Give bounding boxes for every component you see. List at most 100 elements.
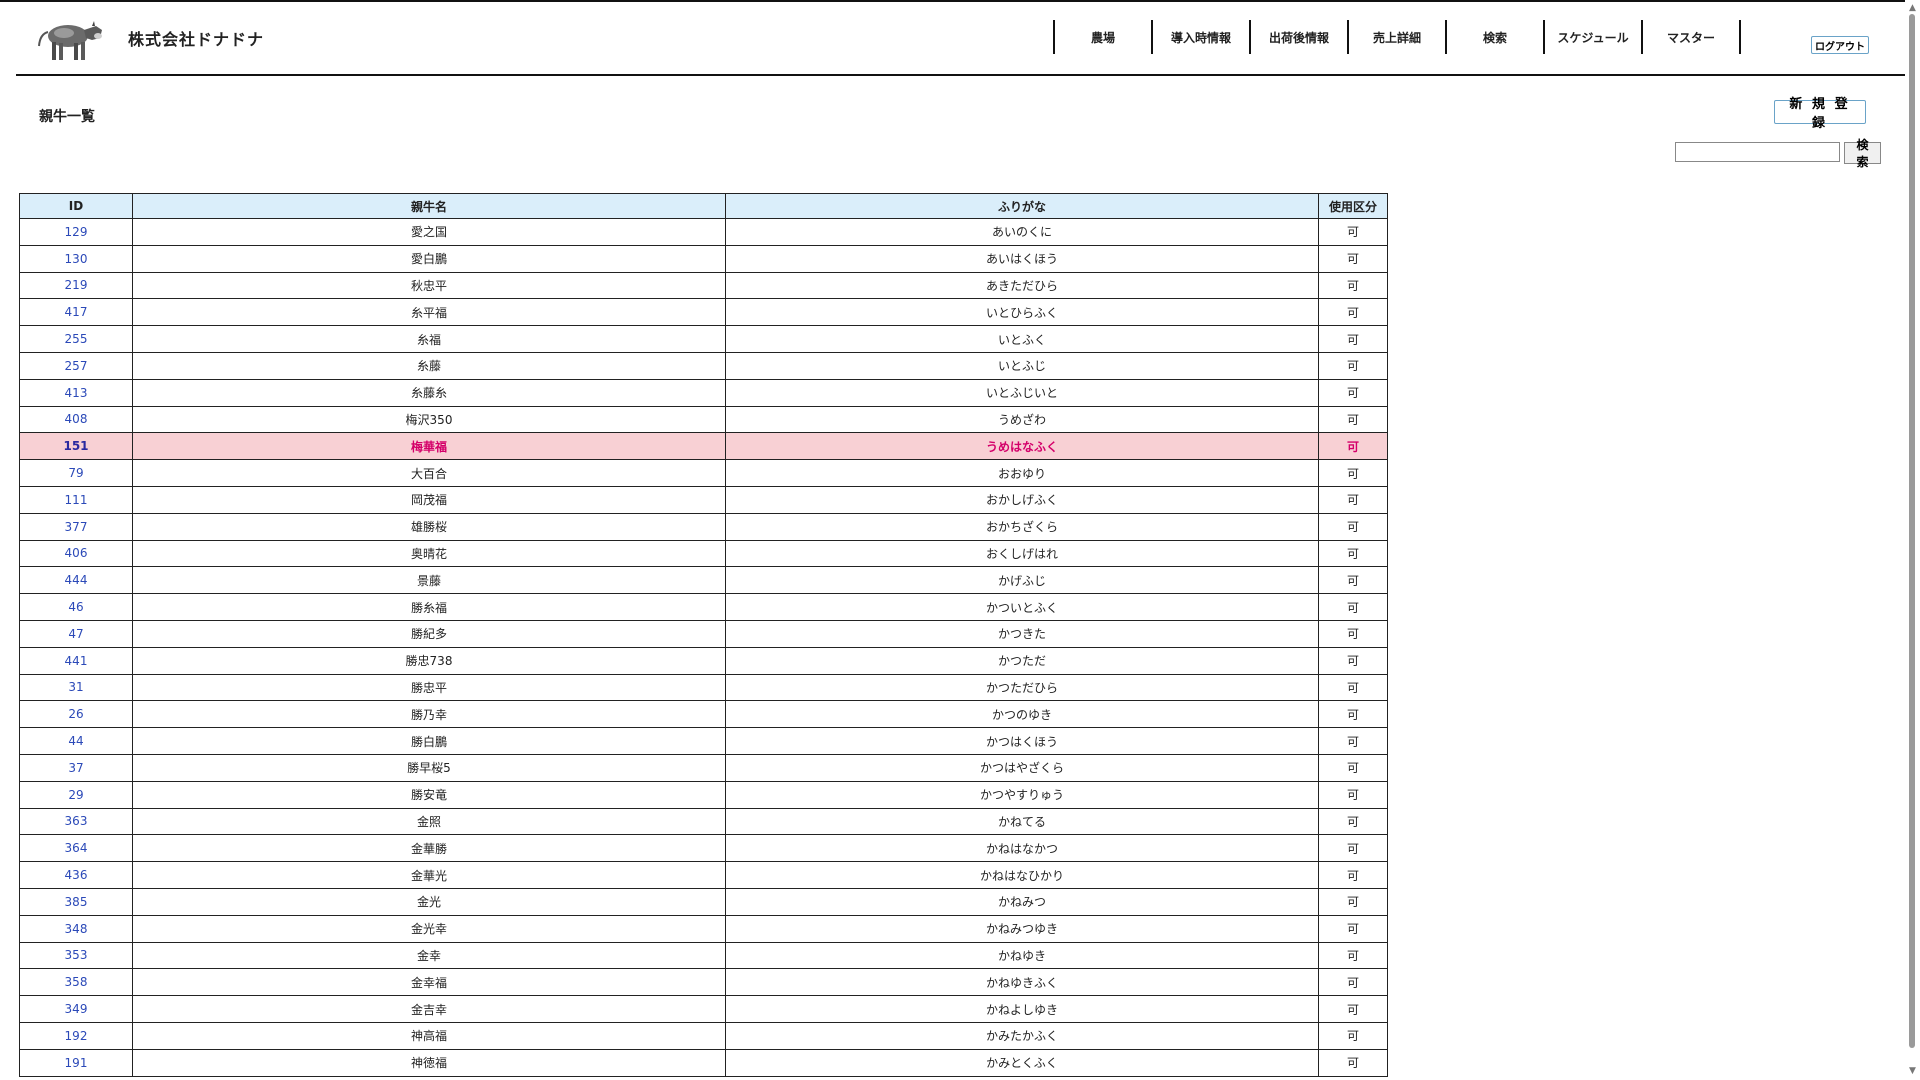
cell-id[interactable]: 413 — [19, 378, 133, 407]
cell-id[interactable]: 441 — [19, 646, 133, 675]
table-row[interactable]: 377 雄勝桜 おかちざくら可 — [19, 512, 1388, 541]
table-row[interactable]: 364 金華勝 かねはなかつ可 — [19, 834, 1388, 863]
cell-id[interactable]: 130 — [19, 244, 133, 273]
table-row[interactable]: 26 勝乃幸 かつのゆき可 — [19, 700, 1388, 729]
cell-usage: 可 — [1318, 887, 1388, 916]
table-row[interactable]: 31 勝忠平 かつただひら可 — [19, 673, 1388, 702]
table-row[interactable]: 111 岡茂福 おかしげふく可 — [19, 485, 1388, 514]
table-row[interactable]: 406 奥晴花 おくしげはれ可 — [19, 539, 1388, 568]
scroll-up-icon[interactable]: ▲ — [1909, 3, 1916, 13]
new-register-button[interactable]: 新 規 登 録 — [1774, 96, 1866, 130]
nav-master[interactable]: マスター — [1641, 20, 1741, 54]
table-row[interactable]: 417 糸平福 いとひらふく可 — [19, 298, 1388, 327]
cell-id[interactable]: 151 — [19, 432, 133, 461]
cell-id[interactable]: 79 — [19, 459, 133, 487]
column-header-id[interactable]: ID — [19, 193, 133, 219]
table-row[interactable]: 191 神徳福 かみとくふく可 — [19, 1048, 1388, 1077]
cell-name: 勝白鵬 — [132, 727, 726, 755]
logout-button[interactable]: ログアウト — [1811, 36, 1869, 54]
table-row[interactable]: 130 愛白鵬 あいはくほう可 — [19, 244, 1388, 273]
cell-furigana: いとひらふく — [725, 298, 1319, 327]
cell-id[interactable]: 31 — [19, 673, 133, 702]
scroll-down-icon[interactable]: ▼ — [1909, 1066, 1916, 1076]
cell-id[interactable]: 358 — [19, 968, 133, 997]
nav-shipment-info[interactable]: 出荷後情報 — [1249, 20, 1347, 54]
cell-usage: 可 — [1318, 619, 1388, 648]
table-row[interactable]: 436 金華光 かねはなひかり可 — [19, 861, 1388, 889]
cell-id[interactable]: 385 — [19, 887, 133, 916]
cell-id[interactable]: 408 — [19, 405, 133, 434]
table-row[interactable]: 349 金吉幸 かねよしゆき可 — [19, 995, 1388, 1023]
table-row[interactable]: 37 勝早桜5 かつはやざくら可 — [19, 753, 1388, 782]
cell-name: 勝安竜 — [132, 780, 726, 809]
cell-id[interactable]: 257 — [19, 351, 133, 380]
cell-usage: 可 — [1318, 244, 1388, 273]
cell-id[interactable]: 111 — [19, 485, 133, 514]
cell-id[interactable]: 377 — [19, 512, 133, 541]
table-row[interactable]: 441 勝忠738 かつただ可 — [19, 646, 1388, 675]
nav-intake-info[interactable]: 導入時情報 — [1151, 20, 1249, 54]
cell-name: 勝忠平 — [132, 673, 726, 702]
column-header-usage[interactable]: 使用区分 — [1318, 193, 1388, 219]
cell-furigana: かつやすりゅう — [725, 780, 1319, 809]
cell-id[interactable]: 417 — [19, 298, 133, 327]
table-row[interactable]: 358 金幸福 かねゆきふく可 — [19, 968, 1388, 997]
table-row[interactable]: 219 秋忠平 あきただひら可 — [19, 271, 1388, 300]
table-row[interactable]: 151 梅華福 うめはなふく可 — [19, 432, 1388, 461]
cell-id[interactable]: 436 — [19, 861, 133, 889]
table-row[interactable]: 348 金光幸 かねみつゆき可 — [19, 914, 1388, 943]
cell-furigana: あいのくに — [725, 218, 1319, 246]
cell-id[interactable]: 219 — [19, 271, 133, 300]
nav-farm[interactable]: 農場 — [1053, 20, 1151, 54]
cell-name: 大百合 — [132, 459, 726, 487]
cell-furigana: かみとくふく — [725, 1048, 1319, 1077]
table-row[interactable]: 257 糸藤 いとふじ可 — [19, 351, 1388, 380]
table-row[interactable]: 385 金光 かねみつ可 — [19, 887, 1388, 916]
nav-search[interactable]: 検索 — [1445, 20, 1543, 54]
table-row[interactable]: 353 金幸 かねゆき可 — [19, 941, 1388, 970]
cell-id[interactable]: 26 — [19, 700, 133, 729]
table-row[interactable]: 408 梅沢350 うめざわ可 — [19, 405, 1388, 434]
cell-name: 糸平福 — [132, 298, 726, 327]
nav-schedule[interactable]: スケジュール — [1543, 20, 1641, 54]
column-header-furigana[interactable]: ふりがな — [725, 193, 1319, 219]
cell-id[interactable]: 37 — [19, 753, 133, 782]
cell-id[interactable]: 192 — [19, 1021, 133, 1050]
cell-id[interactable]: 363 — [19, 807, 133, 836]
cell-usage: 可 — [1318, 298, 1388, 327]
table-row[interactable]: 192 神高福 かみたかふく可 — [19, 1021, 1388, 1050]
search-button[interactable]: 検索 — [1844, 138, 1881, 169]
cell-id[interactable]: 29 — [19, 780, 133, 809]
cell-id[interactable]: 46 — [19, 593, 133, 621]
search-input[interactable] — [1675, 142, 1840, 162]
table-row[interactable]: 444 景藤 かげふじ可 — [19, 566, 1388, 595]
scrollbar-thumb[interactable] — [1909, 14, 1915, 1048]
table-row[interactable]: 29 勝安竜 かつやすりゅう可 — [19, 780, 1388, 809]
cell-usage: 可 — [1318, 727, 1388, 755]
cell-id[interactable]: 353 — [19, 941, 133, 970]
cell-id[interactable]: 406 — [19, 539, 133, 568]
cell-id[interactable]: 47 — [19, 619, 133, 648]
table-row[interactable]: 255 糸福 いとふく可 — [19, 325, 1388, 353]
cell-id[interactable]: 444 — [19, 566, 133, 595]
table-row[interactable]: 47 勝紀多 かつきた可 — [19, 619, 1388, 648]
cell-id[interactable]: 348 — [19, 914, 133, 943]
table-header-row: ID 親牛名 ふりがな 使用区分 — [19, 193, 1388, 219]
cell-id[interactable]: 44 — [19, 727, 133, 755]
cell-id[interactable]: 349 — [19, 995, 133, 1023]
cell-id[interactable]: 255 — [19, 325, 133, 353]
cell-id[interactable]: 129 — [19, 218, 133, 246]
nav-sales-detail[interactable]: 売上詳細 — [1347, 20, 1445, 54]
cell-usage: 可 — [1318, 593, 1388, 621]
cell-id[interactable]: 364 — [19, 834, 133, 863]
table-row[interactable]: 129 愛之国 あいのくに可 — [19, 218, 1388, 246]
table-row[interactable]: 363 金照 かねてる可 — [19, 807, 1388, 836]
cell-furigana: うめざわ — [725, 405, 1319, 434]
column-header-name[interactable]: 親牛名 — [132, 193, 726, 219]
table-row[interactable]: 46 勝糸福 かついとふく可 — [19, 593, 1388, 621]
cell-furigana: いとふじ — [725, 351, 1319, 380]
table-row[interactable]: 44 勝白鵬 かつはくほう可 — [19, 727, 1388, 755]
table-row[interactable]: 413 糸藤糸 いとふじいと可 — [19, 378, 1388, 407]
table-row[interactable]: 79 大百合 おおゆり可 — [19, 459, 1388, 487]
cell-id[interactable]: 191 — [19, 1048, 133, 1077]
